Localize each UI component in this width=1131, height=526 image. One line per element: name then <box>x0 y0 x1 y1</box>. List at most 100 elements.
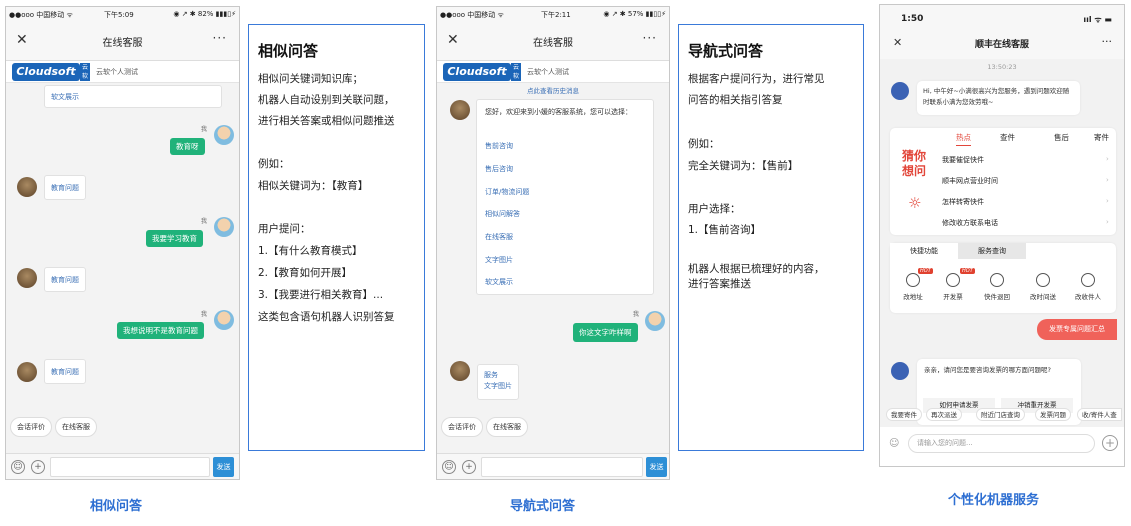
bulb-icon: ☼ <box>908 194 922 212</box>
user-avatar <box>214 217 234 237</box>
logo-tag: 云软 <box>511 63 521 81</box>
user-message: 我要学习教育 <box>146 230 203 247</box>
description-line: 用户提问： <box>258 223 311 235</box>
description-line: 用户选择： <box>688 203 741 215</box>
chat-header: ✕ 在线客服 ··· <box>6 21 239 61</box>
history-link[interactable]: 点此查看历史消息 <box>437 85 669 95</box>
bot-message[interactable]: 教育问题 <box>44 267 86 292</box>
user-message: 教育呀 <box>170 138 205 155</box>
robot-avatar <box>891 82 909 100</box>
emoji-icon[interactable]: ☺ <box>442 460 456 474</box>
option-aftersale[interactable]: 售后咨询 <box>485 164 513 174</box>
more-icon[interactable]: ··· <box>643 31 657 45</box>
similar-qa-description: 相似问答 相似问关键词知识库； 机器人自动设别到关联问题， 进行相关答案或相似问… <box>248 24 425 451</box>
clock-icon <box>1036 273 1050 287</box>
input-bar: ☺ 请输入您的问题... + <box>880 427 1124 466</box>
plus-icon[interactable]: + <box>462 460 476 474</box>
tab-send[interactable]: 寄件 <box>1094 132 1109 143</box>
online-service-button[interactable]: 在线客服 <box>486 417 528 437</box>
clock: 1:50 <box>901 14 924 24</box>
input-bar: ☺ + 发送 <box>437 453 669 479</box>
invoice-faq-button[interactable]: 发票专属问题汇总 <box>1037 319 1117 340</box>
message-input[interactable]: 请输入您的问题... <box>908 434 1095 453</box>
message-input[interactable] <box>481 457 643 477</box>
send-button[interactable]: 发送 <box>213 457 234 477</box>
message-input[interactable] <box>50 457 210 477</box>
section-title: 导航式问答 <box>688 42 764 60</box>
more-icon[interactable]: ··· <box>1102 35 1113 48</box>
bot-message[interactable]: 教育问题 <box>44 175 86 200</box>
service-invoice[interactable]: 开发票 <box>936 273 970 301</box>
carrier: ●●ooo 中国移动 ᯤ <box>440 11 504 19</box>
description-line: 相似关键词为：【教育】 <box>258 180 369 192</box>
online-service-button[interactable]: 在线客服 <box>55 417 97 437</box>
option-softarticle[interactable]: 软文展示 <box>485 277 513 287</box>
chevron-right-icon: › <box>1106 197 1109 205</box>
description-line: 机器人根据已梳理好的内容， <box>688 263 825 275</box>
service-return[interactable]: 快件退回 <box>980 273 1014 301</box>
greeting-text: Hi, 中午好~小满很高兴为您服务，遇到问题欢迎随时联系小满为您效劳哦~ <box>923 87 1070 106</box>
chip-nearby-store[interactable]: 附近门店查询 <box>976 408 1025 421</box>
battery: ◉ ↗ ✱ 82% ▮▮▮▯⚡ <box>173 10 236 18</box>
timestamp: 13:50:23 <box>987 63 1017 71</box>
tab-service-query[interactable]: 服务查询 <box>958 243 1026 259</box>
send-button[interactable]: 发送 <box>646 457 667 477</box>
reply-line: 服务 <box>484 371 498 379</box>
robot-avatar <box>891 362 909 380</box>
tab-track[interactable]: 查件 <box>1000 132 1015 143</box>
phone-similar-qa: ●●ooo 中国移动 ᯤ 下午5:09 ◉ ↗ ✱ 82% ▮▮▮▯⚡ ✕ 在线… <box>5 6 240 480</box>
tab-aftersale[interactable]: 售后 <box>1054 132 1069 143</box>
service-label: 改收件人 <box>1075 293 1101 301</box>
battery: ◉ ↗ ✱ 57% ▮▮▯▯⚡ <box>603 10 666 18</box>
rate-session-button[interactable]: 会话评价 <box>10 417 52 437</box>
hot-item[interactable]: 我要催促快件 <box>942 155 984 165</box>
service-change-recipient[interactable]: 改收件人 <box>1071 273 1105 301</box>
signal-wifi-battery: ııl ᯤ ▬ <box>1083 15 1112 24</box>
me-label: 我 <box>201 126 208 133</box>
option-online[interactable]: 在线客服 <box>485 232 513 242</box>
chip-invoice[interactable]: 发票问题 <box>1035 408 1071 421</box>
description-line: 进行相关答案或相似问题推送 <box>258 115 395 127</box>
more-icon[interactable]: ··· <box>213 31 227 45</box>
hot-item[interactable]: 修改收方联系电话 <box>942 218 998 228</box>
bot-message[interactable]: 软文展示 <box>44 85 222 108</box>
chevron-right-icon: › <box>1106 155 1109 163</box>
emoji-icon[interactable]: ☺ <box>889 438 899 449</box>
logo-tag: 云软 <box>80 63 90 81</box>
bot-message[interactable]: 教育问题 <box>44 359 86 384</box>
tab-hot[interactable]: 热点 <box>956 132 971 146</box>
chip-send[interactable]: 我要寄件 <box>886 408 922 421</box>
cloudsoft-logo: Cloudsoft <box>443 63 511 81</box>
tab-quick-functions[interactable]: 快捷功能 <box>890 243 958 259</box>
service-label: 快件退回 <box>984 293 1010 301</box>
option-order[interactable]: 订单/物流问题 <box>485 187 529 197</box>
chat-header: ✕ 顺丰在线客服 ··· <box>880 31 1124 59</box>
option-presale[interactable]: 售前咨询 <box>485 141 513 151</box>
emoji-icon[interactable]: ☺ <box>11 460 25 474</box>
cloudsoft-logo: Cloudsoft <box>12 63 80 81</box>
bot-reply[interactable]: 服务 文字图片 <box>477 364 519 400</box>
service-label: 改时间送 <box>1030 293 1056 301</box>
hot-item[interactable]: 顺丰网点营业时间 <box>942 176 998 186</box>
hot-questions-card: 热点 查件 售后 寄件 猜你想问 ☼ 我要催促快件 顺丰网点营业时间 怎样转寄快… <box>890 128 1116 235</box>
description-line: 完全关键词为：【售前】 <box>688 160 799 172</box>
hot-item[interactable]: 怎样转寄快件 <box>942 197 984 207</box>
plus-icon[interactable]: + <box>1102 435 1118 451</box>
greeting-bubble: Hi, 中午好~小满很高兴为您服务，遇到问题欢迎随时联系小满为您效劳哦~ <box>917 81 1080 115</box>
service-change-address[interactable]: 改地址 <box>896 273 930 301</box>
option-textimage[interactable]: 文字图片 <box>485 255 513 265</box>
user-avatar <box>214 125 234 145</box>
chip-redeliver[interactable]: 再次派送 <box>926 408 962 421</box>
service-change-time[interactable]: 改时间送 <box>1026 273 1060 301</box>
bot-avatar <box>17 362 37 382</box>
plus-icon[interactable]: + <box>31 460 45 474</box>
rate-session-button[interactable]: 会话评价 <box>441 417 483 437</box>
brand-subtitle: 云软个人测试 <box>96 68 138 76</box>
option-similar[interactable]: 相似问解答 <box>485 209 520 219</box>
caption-navigation-qa: 导航式问答 <box>510 499 576 514</box>
input-placeholder: 请输入您的问题... <box>917 439 973 447</box>
yen-icon <box>946 273 960 287</box>
chip-recipient[interactable]: 收/寄件人查 <box>1077 408 1122 421</box>
quick-functions-card: 快捷功能 服务查询 改地址 HOT 开发票 HOT 快件退回 改时间送 改收件人 <box>890 243 1116 313</box>
guess-label: 猜你想问 <box>902 149 927 178</box>
